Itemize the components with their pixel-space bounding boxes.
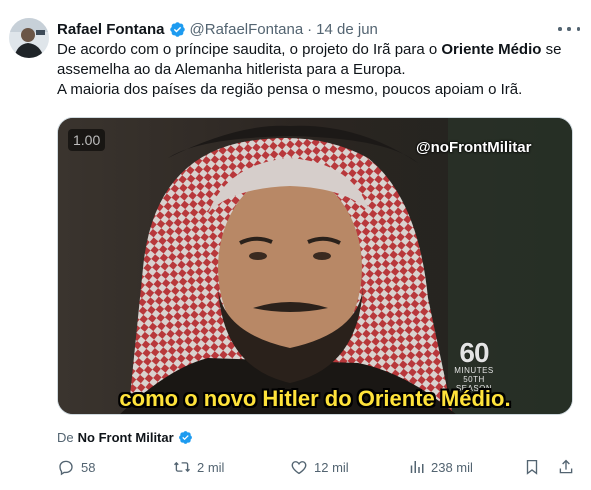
tweet-text-bold: Oriente Médio — [441, 41, 542, 58]
video-watermark: @noFrontMilitar — [416, 139, 532, 156]
repost-button[interactable]: 2 mil — [173, 456, 224, 478]
heart-icon — [291, 461, 307, 475]
bookmark-button[interactable] — [523, 456, 547, 478]
separator-dot: · — [307, 20, 313, 38]
tweet-text-part: De acordo com o príncipe saudita, o proj… — [57, 41, 442, 58]
tweet-date[interactable]: 14 de jun — [316, 21, 378, 38]
views-chart-icon — [410, 461, 424, 473]
repost-count: 2 mil — [197, 459, 225, 475]
reply-icon — [59, 460, 73, 476]
author-handle[interactable]: @RafaelFontana — [190, 21, 304, 38]
source-prefix: De — [57, 429, 74, 445]
more-options-icon[interactable] — [558, 20, 580, 38]
author-name[interactable]: Rafael Fontana — [57, 21, 165, 38]
tweet-text-line: A maioria dos países da região pensa o m… — [57, 81, 523, 98]
tweet-header: Rafael Fontana @RafaelFontana · 14 de ju… — [57, 18, 378, 40]
views-count: 238 mil — [431, 459, 473, 475]
repost-icon — [174, 461, 190, 473]
logo-number: 60 — [459, 337, 489, 368]
avatar[interactable] — [9, 18, 49, 58]
reply-count: 58 — [81, 459, 96, 475]
share-icon — [559, 459, 573, 474]
video-timer: 1.00 — [68, 129, 106, 151]
action-bar: 58 2 mil 12 mil 238 mil — [57, 456, 582, 478]
tweet[interactable]: Rafael Fontana @RafaelFontana · 14 de ju… — [0, 0, 591, 490]
verified-badge-icon — [178, 430, 193, 445]
video-source: De No Front Militar — [57, 427, 197, 447]
like-count: 12 mil — [314, 459, 349, 475]
views-button[interactable]: 238 mil — [407, 456, 473, 478]
source-name[interactable]: No Front Militar — [78, 430, 174, 445]
share-button[interactable] — [557, 456, 581, 478]
bookmark-icon — [526, 459, 538, 475]
tweet-text: De acordo com o príncipe saudita, o proj… — [57, 40, 582, 100]
logo-text: MINUTES — [454, 366, 494, 375]
reply-button[interactable]: 58 — [57, 456, 95, 478]
like-button[interactable]: 12 mil — [290, 456, 349, 478]
video-subtitle: como o novo Hitler do Oriente Médio. — [119, 386, 511, 411]
verified-badge-icon — [169, 21, 186, 38]
video-player[interactable]: 1.00 @noFrontMilitar 60 MINUTES 50TH SEA… — [57, 117, 573, 415]
